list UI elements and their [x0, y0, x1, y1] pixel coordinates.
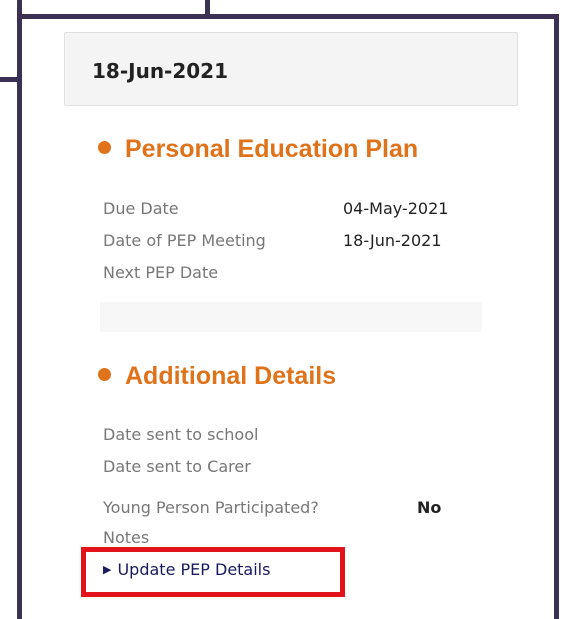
additional-section-title: Additional Details	[98, 362, 336, 391]
participated-value: No	[417, 498, 442, 517]
frame-line	[205, 0, 210, 19]
date-sent-carer-label: Date sent to Carer	[103, 457, 251, 476]
frame-line	[17, 14, 559, 19]
highlight-box	[81, 547, 345, 597]
frame-line	[17, 0, 22, 82]
next-pep-date-label: Next PEP Date	[103, 263, 219, 282]
pep-section-title-text: Personal Education Plan	[125, 135, 419, 163]
due-date-label: Due Date	[103, 199, 179, 218]
pep-meeting-value: 18-Jun-2021	[343, 231, 442, 250]
frame-line	[554, 14, 559, 619]
due-date-value: 04-May-2021	[343, 199, 449, 218]
bullet-icon	[98, 141, 111, 154]
participated-label: Young Person Participated?	[103, 498, 319, 517]
date-header: 18-Jun-2021	[64, 32, 518, 106]
pep-details-panel: 18-Jun-2021 Personal Education Plan Due …	[64, 32, 520, 619]
frame-line	[17, 77, 22, 619]
pep-meeting-label: Date of PEP Meeting	[103, 231, 266, 250]
bullet-icon	[98, 368, 111, 381]
section-divider	[100, 302, 482, 332]
pep-section-title: Personal Education Plan	[98, 135, 418, 164]
additional-section-title-text: Additional Details	[125, 362, 337, 390]
date-sent-school-label: Date sent to school	[103, 425, 259, 444]
notes-label: Notes	[103, 528, 150, 547]
header-date: 18-Jun-2021	[92, 59, 229, 83]
